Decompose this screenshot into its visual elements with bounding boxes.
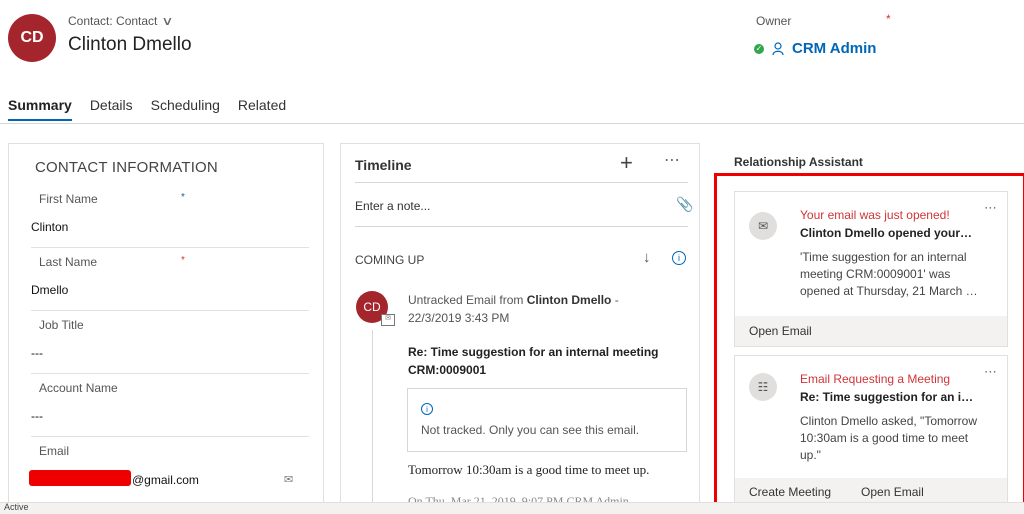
contact-avatar: CD (8, 14, 56, 62)
divider (31, 436, 309, 437)
timeline-email-header: Untracked Email from Clinton Dmello - (408, 293, 698, 307)
email-from-suffix: - (614, 293, 619, 307)
note-input[interactable]: Enter a note... (355, 199, 625, 213)
tab-bar: Summary Details Scheduling Related (8, 97, 286, 121)
relationship-assistant-title: Relationship Assistant (734, 155, 863, 169)
owner-label: Owner (756, 14, 792, 28)
entity-label: Contact: Contact (68, 14, 158, 28)
check-icon: ✓ (754, 43, 764, 54)
tab-details[interactable]: Details (90, 97, 133, 121)
timeline-title: Timeline (355, 157, 412, 173)
section-title: CONTACT INFORMATION (35, 159, 218, 176)
required-marker: * (886, 12, 891, 26)
field-label: Last Name (39, 255, 98, 269)
entity-form-selector[interactable]: Contact: Contact ∨ (68, 14, 174, 28)
contact-information-panel: CONTACT INFORMATION First Name * Clinton… (8, 143, 324, 505)
info-icon[interactable]: i (672, 251, 686, 265)
email-subject[interactable]: Re: Time suggestion for an internal meet… (408, 343, 683, 379)
divider (31, 373, 309, 374)
divider (31, 310, 309, 311)
add-icon[interactable]: + (620, 150, 633, 176)
email-field: Email (31, 444, 309, 458)
coming-up-header: COMING UP (355, 253, 425, 267)
field-label: Job Title (39, 318, 84, 332)
status-bar: Active (0, 502, 1024, 514)
last-name-field: Last Name * Dmello (31, 255, 309, 297)
timeline-connector (372, 330, 373, 505)
owner-lookup[interactable]: ✓ CRM Admin (754, 40, 876, 57)
status-text: Active (4, 502, 29, 512)
email-from-prefix: Untracked Email from (408, 293, 524, 307)
last-name-input[interactable]: Dmello (31, 283, 309, 297)
owner-value[interactable]: CRM Admin (792, 40, 876, 57)
not-tracked-notice (407, 388, 687, 452)
email-date: 22/3/2019 3:43 PM (408, 311, 510, 325)
required-marker: * (181, 192, 185, 203)
more-options-icon[interactable]: ⋯ (664, 150, 680, 170)
email-input[interactable]: @gmail.com (132, 473, 199, 487)
arrow-down-icon[interactable]: ↓ (643, 249, 651, 266)
divider (31, 247, 309, 248)
divider (355, 182, 688, 183)
job-title-field: Job Title --- (31, 318, 309, 360)
required-marker: * (181, 255, 185, 266)
field-label: First Name (39, 192, 98, 206)
info-icon: i (421, 403, 433, 415)
email-icon: ✉ (381, 314, 395, 326)
tab-scheduling[interactable]: Scheduling (151, 97, 220, 121)
divider (0, 123, 1024, 124)
not-tracked-text: Not tracked. Only you can see this email… (421, 423, 640, 437)
chevron-down-icon[interactable]: ∨ (162, 14, 174, 28)
redaction-mark (29, 470, 131, 486)
first-name-field: First Name * Clinton (31, 192, 309, 234)
field-label: Email (39, 444, 70, 458)
field-label: Account Name (39, 381, 118, 395)
first-name-input[interactable]: Clinton (31, 220, 309, 234)
job-title-input[interactable]: --- (31, 346, 309, 360)
account-name-input[interactable]: --- (31, 409, 309, 423)
user-icon (772, 41, 784, 55)
email-from-name[interactable]: Clinton Dmello (527, 293, 612, 307)
tab-summary[interactable]: Summary (8, 97, 72, 121)
send-email-icon[interactable]: ✉ (284, 473, 293, 486)
tab-related[interactable]: Related (238, 97, 286, 121)
account-name-field: Account Name --- (31, 381, 309, 423)
highlight-box (714, 173, 1024, 512)
email-body-text: Tomorrow 10:30am is a good time to meet … (408, 462, 650, 477)
divider (355, 226, 688, 227)
page-title: Clinton Dmello (68, 34, 192, 55)
attachment-icon[interactable]: 📎 (676, 196, 693, 213)
